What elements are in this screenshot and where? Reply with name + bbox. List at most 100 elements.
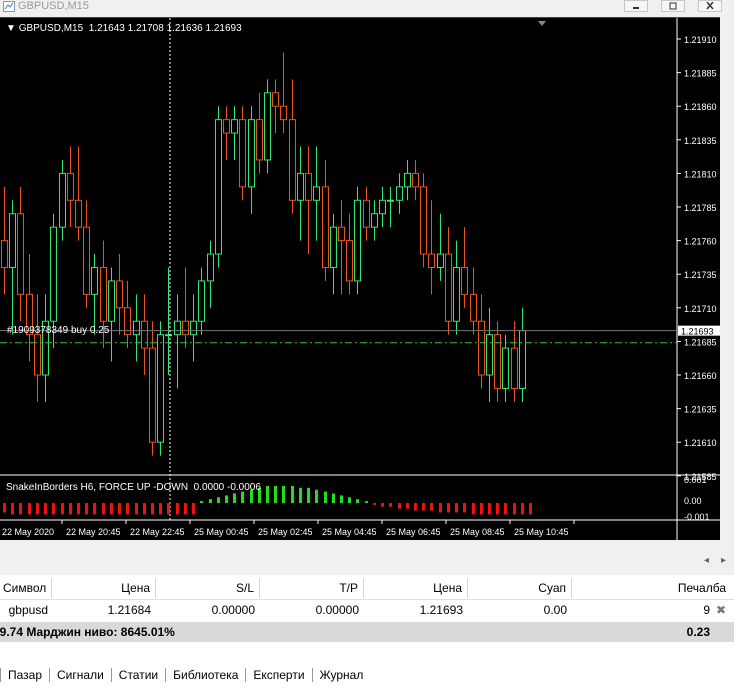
cell-current-price: 1.21693: [419, 603, 463, 617]
candle-body: [404, 172, 411, 188]
cell-tp[interactable]: 0.00000: [260, 600, 364, 620]
indicator-bar: [200, 501, 203, 503]
candle-body: [50, 226, 57, 322]
price-level-label: 1.21785: [684, 203, 717, 213]
indicator-level-label: 0.001: [684, 475, 707, 485]
price-level-label: 1.21685: [684, 337, 717, 347]
maximize-button[interactable]: [661, 0, 685, 12]
close-position-icon[interactable]: ✖: [716, 600, 730, 620]
candle-body: [453, 266, 460, 322]
candle-body: [297, 172, 304, 201]
terminal-panel: Символ Цена S/L T/P Цена Суап Печалба gb…: [0, 575, 734, 691]
indicator-bar: [488, 503, 491, 515]
price-level-label: 1.21760: [684, 237, 717, 247]
candle-body: [157, 334, 164, 443]
column-header-current-price[interactable]: Цена: [364, 578, 468, 598]
price-level-label: 1.21835: [684, 136, 717, 146]
cell-symbol: gbpusd: [8, 603, 48, 617]
cell-profit: 9: [703, 603, 710, 617]
indicator-bar: [455, 503, 458, 513]
price-level-label: 1.21710: [684, 304, 717, 314]
time-label: 25 May 00:45: [194, 527, 249, 537]
chart-shift-marker[interactable]: [538, 21, 546, 26]
indicator-bar: [513, 503, 516, 515]
tab-market[interactable]: Пазар: [0, 667, 49, 682]
minimize-icon: [633, 7, 639, 9]
indicator-level-label: -0.001: [684, 512, 710, 522]
scroll-left-icon[interactable]: ◂: [704, 555, 709, 566]
tab-experts[interactable]: Експерти: [245, 667, 311, 682]
candle-body: [470, 293, 477, 322]
candle-body: [502, 347, 509, 389]
indicator-bar: [373, 503, 376, 505]
indicator-label: SnakeInBorders H6, FORCE UP -DOWN 0.0000…: [6, 482, 261, 493]
indicator-bar: [159, 503, 162, 515]
candle-body: [17, 213, 24, 295]
price-level-label: 1.21735: [684, 270, 717, 280]
candle-body: [330, 226, 337, 268]
candle-body: [100, 266, 107, 322]
table-row[interactable]: gbpusd 1.21684 0.00000 0.00000 1.21693 0…: [0, 600, 734, 621]
indicator-bar: [3, 503, 6, 513]
indicator-bar: [422, 503, 425, 511]
price-level-label: 1.21810: [684, 169, 717, 179]
indicator-level-label: 0.00: [684, 496, 702, 506]
tab-journal[interactable]: Журнал: [311, 667, 371, 682]
candle-body: [272, 92, 279, 107]
indicator-bar: [77, 503, 80, 515]
indicator-bar: [233, 493, 236, 503]
candle-body: [396, 186, 403, 201]
indicator-bar: [529, 503, 532, 515]
candle-body: [338, 226, 345, 242]
indicator-bar: [381, 503, 384, 507]
indicator-bar: [176, 503, 179, 515]
chart-scrollbar[interactable]: ◂ ▸: [0, 553, 734, 571]
column-header-swap[interactable]: Суап: [468, 578, 572, 598]
cell-sl[interactable]: 0.00000: [156, 600, 260, 620]
candle-body: [198, 280, 205, 322]
candle-body: [511, 347, 518, 389]
window-title: GBPUSD,M15: [18, 0, 89, 12]
indicator-bar: [225, 495, 228, 503]
indicator-bar: [85, 503, 88, 515]
column-header-sl[interactable]: S/L: [156, 578, 260, 598]
tab-signals[interactable]: Сигнали: [49, 667, 111, 682]
trade-label[interactable]: #1909378349 buy 0.25: [7, 325, 109, 336]
candle-body: [437, 253, 444, 268]
indicator-bar: [472, 503, 475, 515]
column-header-symbol[interactable]: Символ: [0, 578, 52, 598]
column-header-profit[interactable]: Печалба: [572, 578, 734, 598]
price-chart[interactable]: 1.21910 1.21885 1.21860 1.21835 1.21810 1.217…: [0, 17, 720, 540]
column-header-price[interactable]: Цена: [52, 578, 156, 598]
indicator-bar: [28, 503, 31, 515]
candle-body: [215, 119, 222, 255]
close-icon: [706, 2, 714, 10]
indicator-bar: [36, 503, 39, 515]
price-level-label: 1.21610: [684, 438, 717, 448]
chart-canvas[interactable]: 1.21910 1.21885 1.21860 1.21835 1.21810 1.217…: [0, 18, 720, 540]
candle-body: [313, 186, 320, 201]
tab-articles[interactable]: Статии: [110, 667, 165, 682]
indicator-bar: [430, 503, 433, 511]
indicator-bar: [521, 503, 524, 515]
margin-level-summary: 99.74 Марджин ниво: 8645.01%: [0, 625, 175, 639]
price-level-label: 1.21635: [684, 405, 717, 415]
indicator-bar: [209, 499, 212, 503]
indicator-bar: [69, 503, 72, 515]
scroll-right-icon[interactable]: ▸: [721, 555, 726, 566]
candle-body: [190, 320, 197, 336]
tab-library[interactable]: Библиотека: [165, 667, 245, 682]
price-level-label: 1.21860: [684, 102, 717, 112]
indicator-bar: [282, 485, 285, 503]
candle-body: [165, 334, 172, 337]
candle-body: [108, 280, 115, 322]
column-header-tp[interactable]: T/P: [260, 578, 364, 598]
indicator-bar: [299, 487, 302, 503]
close-window-button[interactable]: [698, 0, 722, 12]
candle-body: [461, 266, 468, 295]
indicator-bar: [340, 495, 343, 503]
minimize-button[interactable]: [624, 0, 648, 12]
time-label: 25 May 04:45: [322, 527, 377, 537]
dropdown-triangle-icon[interactable]: ▼: [6, 23, 19, 34]
candle-body: [363, 199, 370, 228]
